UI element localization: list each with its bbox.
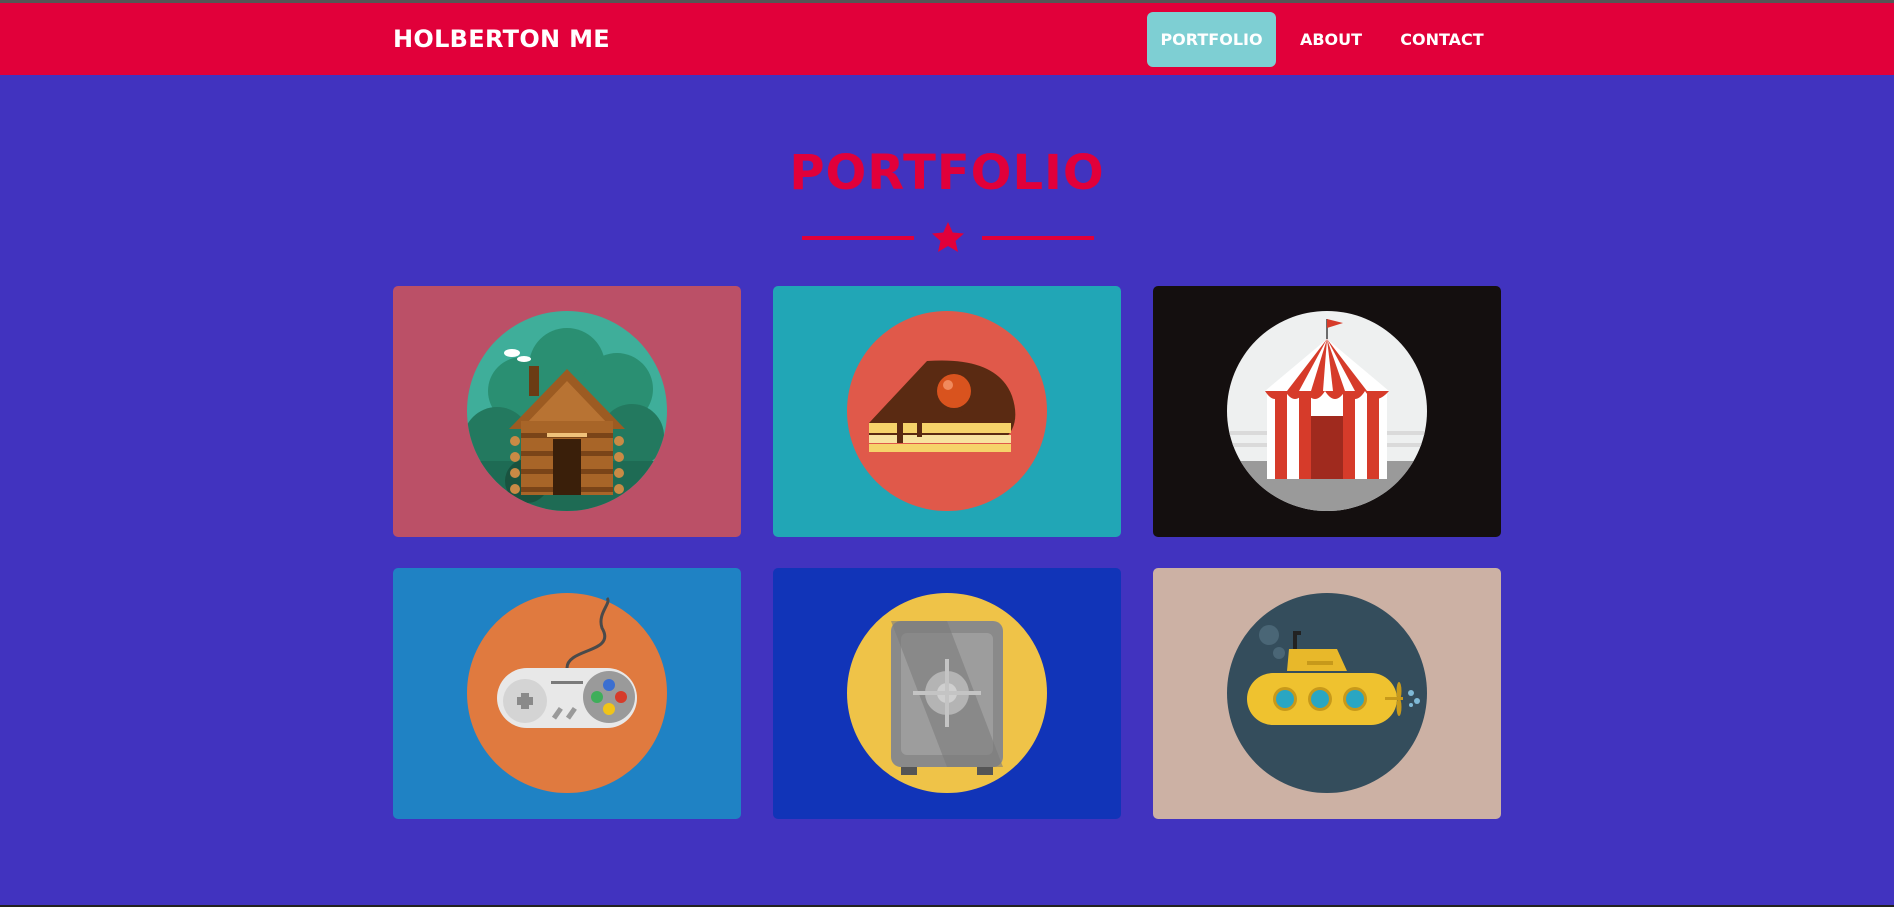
section-title: PORTFOLIO <box>789 145 1105 201</box>
divider-line-left <box>802 236 914 240</box>
nav-link-portfolio[interactable]: PORTFOLIO <box>1147 12 1276 67</box>
nav-link-about[interactable]: ABOUT <box>1290 12 1372 67</box>
portfolio-item-cabin[interactable] <box>393 286 741 537</box>
navbar: HOLBERTON ME PORTFOLIO ABOUT CONTACT <box>0 3 1894 75</box>
safe-icon <box>847 593 1047 793</box>
portfolio-item-cake[interactable] <box>773 286 1121 537</box>
cake-slice-icon <box>847 311 1047 511</box>
portfolio-item-circus[interactable] <box>1153 286 1501 537</box>
portfolio-item-submarine[interactable] <box>1153 568 1501 819</box>
brand-logo[interactable]: HOLBERTON ME <box>393 25 610 53</box>
star-icon <box>932 222 964 252</box>
divider-line-right <box>982 236 1094 240</box>
game-controller-icon <box>467 593 667 793</box>
nav-link-contact[interactable]: CONTACT <box>1392 12 1492 67</box>
portfolio-item-controller[interactable] <box>393 568 741 819</box>
portfolio-item-safe[interactable] <box>773 568 1121 819</box>
title-divider <box>802 222 1094 252</box>
log-cabin-icon <box>467 311 667 511</box>
submarine-icon <box>1227 593 1427 793</box>
circus-tent-icon <box>1227 311 1427 511</box>
